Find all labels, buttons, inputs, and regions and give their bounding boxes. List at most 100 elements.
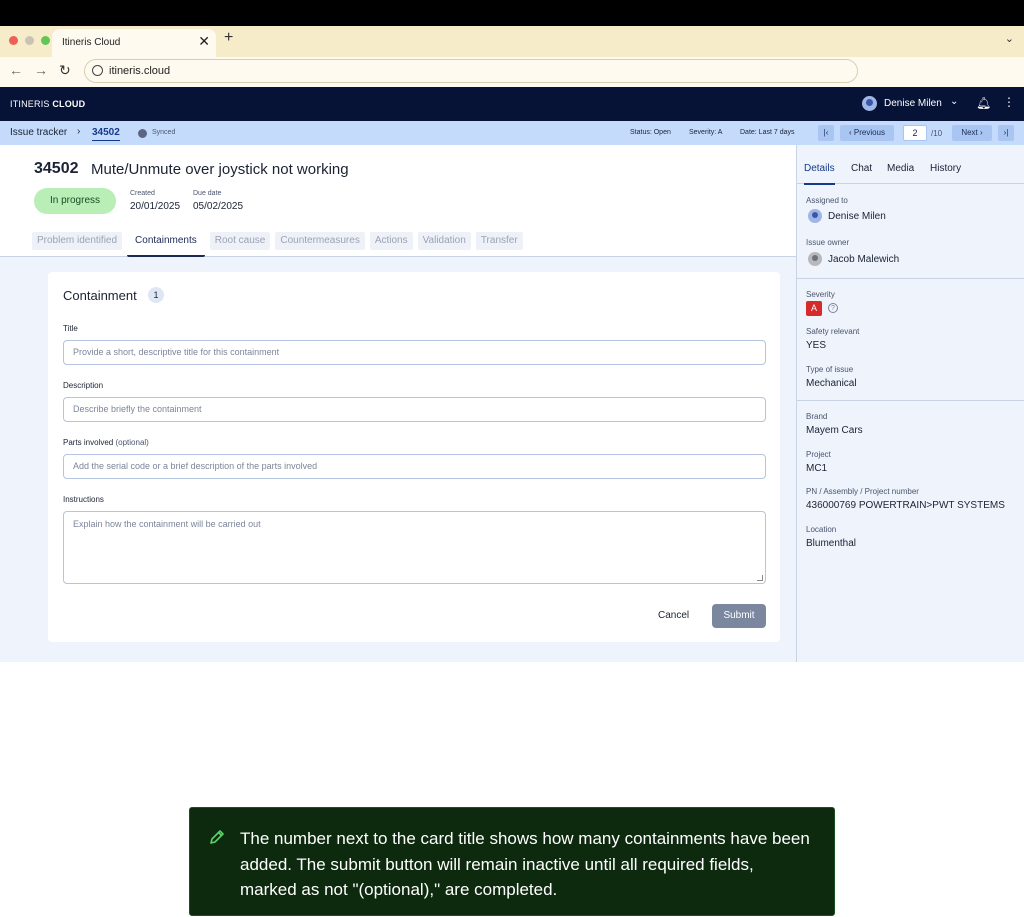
top-strip — [0, 0, 1024, 26]
new-tab-button[interactable]: + — [224, 29, 233, 47]
optional-tag: (optional) — [115, 438, 149, 447]
created-label: Created — [130, 190, 155, 197]
synced-icon — [138, 129, 147, 138]
severity-badge: A — [806, 301, 822, 316]
parts-input[interactable]: Add the serial code or a brief descripti… — [63, 454, 766, 479]
card-title: Containment — [63, 288, 137, 303]
stage-tabs: Problem identified Containments Root cause… — [32, 232, 523, 257]
main-content: 34502 Mute/Unmute over joystick not work… — [0, 145, 796, 662]
pn-value: 436000769 POWERTRAIN>PWT SYSTEMS — [806, 500, 1005, 511]
minimize-window-button[interactable] — [25, 36, 34, 45]
user-menu-chevron-icon[interactable]: ⌄ — [950, 96, 958, 107]
stage-tab-countermeasures[interactable]: Countermeasures — [275, 232, 365, 250]
app-header: ITINERIS CLOUD Denise Milen ⌄ 🔔︎ ⋮ — [0, 87, 1024, 121]
issue-title: Mute/Unmute over joystick not working — [91, 161, 349, 178]
reload-icon[interactable]: ↻ — [59, 62, 71, 79]
owner-avatar — [808, 252, 822, 266]
pencil-icon — [210, 830, 224, 844]
page-total: /10 — [931, 129, 943, 138]
tab-title: Itineris Cloud — [62, 37, 121, 48]
navigation-bar: ← → ↻ itineris.cloud — [0, 57, 1024, 87]
details-tabs: Details Chat Media History — [797, 145, 1024, 185]
last-page-button[interactable]: ›| — [998, 125, 1014, 141]
first-page-button[interactable]: |‹ — [818, 125, 834, 141]
project-value: MC1 — [806, 463, 828, 474]
safety-label: Safety relevant — [806, 327, 860, 336]
due-date: 05/02/2025 — [193, 201, 244, 212]
details-panel: Details Chat Media History Assigned to D… — [796, 145, 1024, 662]
tab-close-icon[interactable]: ✕ — [198, 33, 210, 50]
tab-history[interactable]: History — [930, 163, 961, 174]
instructions-textarea[interactable]: Explain how the containment will be carr… — [63, 511, 766, 584]
created-date: 20/01/2025 — [130, 201, 181, 212]
issue-owner-label: Issue owner — [806, 238, 850, 247]
brand-value: Mayem Cars — [806, 425, 863, 436]
safety-value: YES — [806, 340, 827, 351]
location-value: Blumenthal — [806, 538, 857, 549]
brand-label: Brand — [806, 412, 828, 421]
stage-tab-validation[interactable]: Validation — [417, 232, 471, 250]
cancel-button[interactable]: Cancel — [658, 610, 689, 621]
resize-handle-icon[interactable] — [757, 575, 763, 581]
pn-label: PN / Assembly / Project number — [806, 487, 919, 496]
user-name[interactable]: Denise Milen — [884, 98, 942, 109]
issue-header: 34502 Mute/Unmute over joystick not work… — [0, 145, 796, 257]
notifications-bell-icon[interactable]: 🔔︎ — [976, 96, 991, 110]
submit-button[interactable]: Submit — [712, 604, 766, 628]
type-value: Mechanical — [806, 378, 857, 389]
back-arrow-icon[interactable]: ← — [9, 62, 23, 78]
sync-status: Synced — [152, 129, 176, 136]
tab-details[interactable]: Details — [804, 163, 835, 185]
project-label: Project — [806, 450, 831, 459]
window-controls — [9, 36, 50, 45]
stage-tab-problem-identified[interactable]: Problem identified — [32, 232, 123, 250]
stage-tab-actions[interactable]: Actions — [369, 232, 413, 250]
user-avatar[interactable] — [862, 96, 877, 111]
tip-callout: The number next to the card title shows … — [189, 807, 835, 916]
containment-card: Containment 1 Title Provide a short, des… — [48, 272, 780, 642]
close-window-button[interactable] — [9, 36, 18, 45]
tab-list-chevron-icon[interactable]: ⌄ — [1005, 32, 1014, 45]
address-bar[interactable]: itineris.cloud — [84, 59, 858, 83]
severity-label: Severity — [806, 290, 835, 299]
assigned-to-label: Assigned to — [806, 196, 848, 205]
tab-chat[interactable]: Chat — [851, 163, 872, 174]
status-badge[interactable]: In progress — [34, 188, 116, 214]
more-options-icon[interactable]: ⋮ — [1003, 95, 1015, 109]
description-input[interactable]: Describe briefly the containment — [63, 397, 766, 422]
forward-arrow-icon[interactable]: → — [34, 62, 48, 78]
instructions-placeholder: Explain how the containment will be carr… — [73, 519, 261, 529]
date-filter[interactable]: Date: Last 7 days — [740, 129, 794, 136]
type-label: Type of issue — [806, 365, 854, 374]
browser-chrome: Itineris Cloud ✕ + ⌄ ← → ↻ itineris.clou… — [0, 26, 1024, 87]
breadcrumb-separator-icon: › — [77, 126, 81, 137]
next-button[interactable]: Next › — [952, 125, 992, 141]
description-label: Description — [63, 381, 104, 390]
site-info-icon[interactable] — [92, 65, 103, 76]
title-input[interactable]: Provide a short, descriptive title for t… — [63, 340, 766, 365]
url-text: itineris.cloud — [109, 65, 171, 77]
status-filter[interactable]: Status: Open — [630, 129, 671, 136]
title-label: Title — [63, 324, 78, 333]
breadcrumb-issue-tracker[interactable]: Issue tracker — [10, 127, 67, 138]
assignee-name[interactable]: Denise Milen — [828, 211, 886, 222]
tab-media[interactable]: Media — [887, 163, 914, 174]
page-number-input[interactable]: 2 — [903, 125, 927, 141]
owner-name[interactable]: Jacob Malewich — [828, 254, 899, 265]
tip-text: The number next to the card title shows … — [240, 829, 810, 899]
breadcrumb-current-issue[interactable]: 34502 — [92, 127, 120, 141]
stage-tab-transfer[interactable]: Transfer — [475, 232, 523, 250]
screen: Itineris Cloud ✕ + ⌄ ← → ↻ itineris.clou… — [0, 0, 1024, 917]
stage-tab-containments[interactable]: Containments — [127, 232, 205, 257]
parts-label: Parts involved (optional) — [63, 438, 149, 447]
browser-tab[interactable]: Itineris Cloud ✕ — [52, 29, 216, 57]
app-logo[interactable]: ITINERIS CLOUD — [10, 99, 85, 109]
previous-button[interactable]: ‹ Previous — [840, 125, 894, 141]
severity-filter[interactable]: Severity: A — [689, 129, 722, 136]
breadcrumb-bar: Issue tracker › 34502 Synced Status: Ope… — [0, 121, 1024, 145]
stage-tab-root-cause[interactable]: Root cause — [209, 232, 271, 250]
help-icon[interactable]: ? — [828, 303, 838, 313]
maximize-window-button[interactable] — [41, 36, 50, 45]
assignee-avatar — [808, 209, 822, 223]
divider — [797, 278, 1024, 279]
